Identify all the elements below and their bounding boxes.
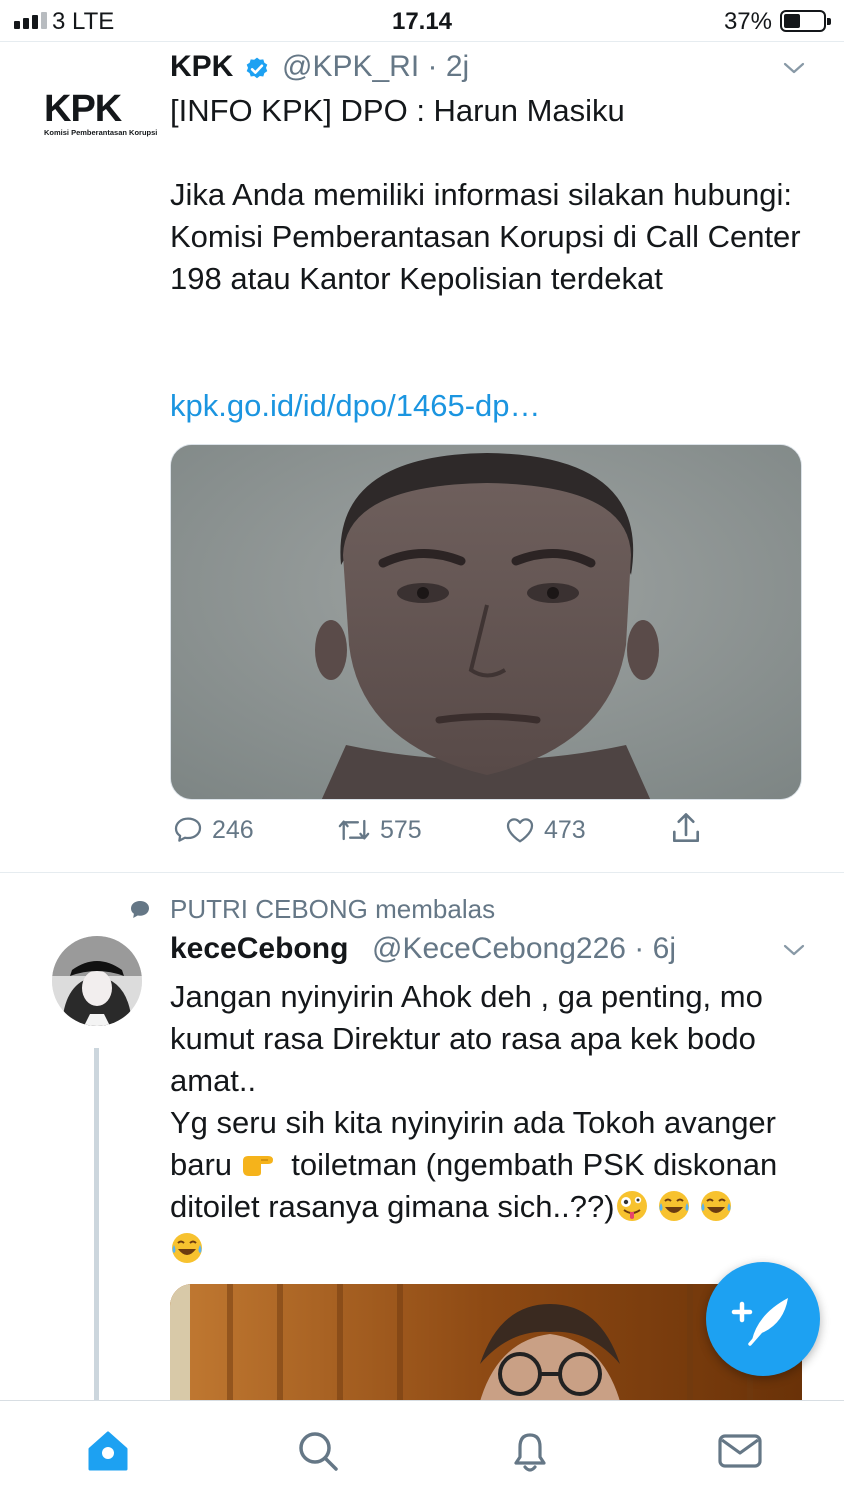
retweet-button[interactable]: 575 xyxy=(336,814,422,846)
like-count: 473 xyxy=(544,815,586,844)
verified-badge-icon xyxy=(246,57,268,79)
reply-icon xyxy=(174,817,202,842)
chevron-down-icon[interactable] xyxy=(782,938,806,962)
tweet-text-line: [INFO KPK] DPO : Harun Masiku xyxy=(170,93,625,128)
share-icon xyxy=(672,813,700,843)
tears-of-joy-emoji-icon xyxy=(172,1233,202,1263)
author-name[interactable]: KPK xyxy=(170,50,233,84)
status-bar: 3 LTE 17.14 37% xyxy=(0,0,844,42)
reply-context-label: PUTRI CEBONG membalas xyxy=(170,894,496,924)
tweet-divider xyxy=(0,872,844,873)
avatar[interactable] xyxy=(52,936,142,1026)
heart-icon xyxy=(506,818,534,843)
tweet-photo[interactable] xyxy=(170,444,802,800)
tweet-text-body: Jika Anda memiliki informasi silakan hub… xyxy=(170,177,801,296)
compose-tweet-button[interactable] xyxy=(706,1262,820,1376)
status-time: 17.14 xyxy=(391,8,453,35)
bottom-tab-bar xyxy=(0,1400,844,1500)
messages-icon[interactable] xyxy=(716,1427,764,1475)
kpk-avatar[interactable]: KPK Komisi Pemberantasan Korupsi xyxy=(44,88,157,137)
search-icon[interactable] xyxy=(294,1427,342,1475)
portrait-image xyxy=(171,445,801,799)
compose-quill-icon xyxy=(731,1298,788,1346)
retweet-icon xyxy=(338,819,370,841)
tweet-actions: 246 575 473 xyxy=(170,813,730,858)
author-name[interactable]: keceCebong xyxy=(170,932,348,966)
like-button[interactable]: 473 xyxy=(504,814,586,846)
tweet-text-body: Jangan nyinyirin Ahok deh , ga penting, … xyxy=(170,976,780,1270)
retweet-count: 575 xyxy=(380,815,422,844)
tweet-link[interactable]: kpk.go.id/id/dpo/1465-dp… xyxy=(170,388,541,424)
author-handle[interactable]: @KPK_RI · 2j xyxy=(282,50,469,84)
kpk-logo-text: KPK xyxy=(44,88,122,130)
avatar-image xyxy=(52,936,142,1026)
share-button[interactable] xyxy=(668,810,704,848)
reply-button[interactable]: 246 xyxy=(172,814,254,846)
zany-face-emoji-icon xyxy=(616,1191,647,1221)
speech-bubble-icon xyxy=(131,900,149,918)
reply-count: 246 xyxy=(212,815,254,844)
battery-icon xyxy=(780,10,831,32)
tears-of-joy-emoji-icon xyxy=(658,1191,689,1221)
home-icon[interactable] xyxy=(84,1427,132,1475)
chevron-down-icon[interactable] xyxy=(782,56,806,80)
reply-context: PUTRI CEBONG membalas xyxy=(128,894,495,925)
pointing-right-emoji-icon xyxy=(242,1156,273,1176)
author-handle[interactable]: @KeceCebong226 · 6j xyxy=(372,932,676,966)
tears-of-joy-emoji-icon xyxy=(700,1191,731,1221)
battery-percent: 37% xyxy=(723,8,772,35)
notifications-icon[interactable] xyxy=(506,1427,554,1475)
thread-connector xyxy=(94,1048,99,1400)
